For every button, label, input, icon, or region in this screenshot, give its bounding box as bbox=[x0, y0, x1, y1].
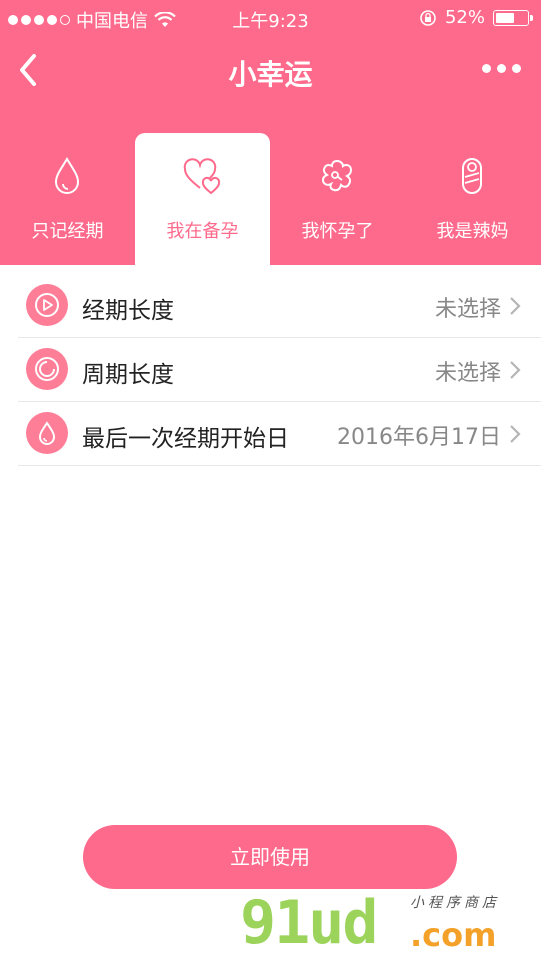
chevron-right-icon bbox=[510, 361, 521, 379]
watermark: 91ud 小程序商店 .com bbox=[240, 888, 540, 958]
tab-label: 只记经期 bbox=[31, 221, 104, 242]
item-value: 2016年6月17日 bbox=[337, 425, 501, 450]
battery-icon bbox=[493, 9, 533, 26]
navigation-bar: 小幸运 bbox=[0, 36, 541, 106]
watermark-domain: .com bbox=[410, 916, 497, 954]
status-right: 52% bbox=[419, 7, 533, 28]
tab-pregnant[interactable]: 我怀孕了 bbox=[270, 133, 405, 265]
list-item-last-period-start[interactable]: 最后一次经期开始日 2016年6月17日 bbox=[18, 402, 541, 466]
rotation-lock-icon bbox=[420, 9, 436, 26]
use-now-button[interactable]: 立即使用 bbox=[83, 825, 457, 889]
baby-icon bbox=[462, 158, 482, 194]
tab-label: 我怀孕了 bbox=[301, 221, 374, 242]
mode-tabs: 只记经期 我在备孕 我怀孕了 我是辣妈 bbox=[0, 133, 541, 265]
item-value: 未选择 bbox=[434, 361, 501, 386]
chevron-right-icon bbox=[510, 425, 521, 443]
status-bar: 中国电信 上午9:23 52% bbox=[0, 0, 541, 36]
more-options-icon[interactable] bbox=[482, 64, 521, 73]
battery-percent: 52% bbox=[444, 7, 485, 28]
item-label: 最后一次经期开始日 bbox=[82, 426, 289, 452]
settings-list: 经期长度 未选择 周期长度 未选择 最后一次经期开始日 2016年6月17日 bbox=[18, 274, 541, 466]
list-item-period-length[interactable]: 经期长度 未选择 bbox=[18, 274, 541, 338]
tab-label: 我是辣妈 bbox=[436, 221, 509, 242]
chevron-right-icon bbox=[510, 297, 521, 315]
tab-trying-to-conceive[interactable]: 我在备孕 bbox=[135, 133, 270, 265]
item-label: 经期长度 bbox=[82, 298, 174, 324]
hearts-icon bbox=[183, 158, 221, 195]
watermark-tagline: 小程序商店 bbox=[410, 895, 500, 911]
cycle-icon bbox=[26, 348, 68, 390]
flower-icon bbox=[321, 159, 353, 192]
page-title: 小幸运 bbox=[228, 58, 313, 91]
drop-icon bbox=[26, 412, 68, 454]
tab-period-only[interactable]: 只记经期 bbox=[0, 133, 135, 265]
drop-icon bbox=[54, 157, 80, 194]
watermark-logo: 91ud bbox=[240, 888, 378, 958]
tab-hot-mom[interactable]: 我是辣妈 bbox=[405, 133, 540, 265]
item-value: 未选择 bbox=[434, 297, 501, 322]
play-circle-icon bbox=[26, 284, 68, 326]
item-label: 周期长度 bbox=[82, 362, 174, 388]
list-item-cycle-length[interactable]: 周期长度 未选择 bbox=[18, 338, 541, 402]
tab-label: 我在备孕 bbox=[166, 221, 239, 242]
